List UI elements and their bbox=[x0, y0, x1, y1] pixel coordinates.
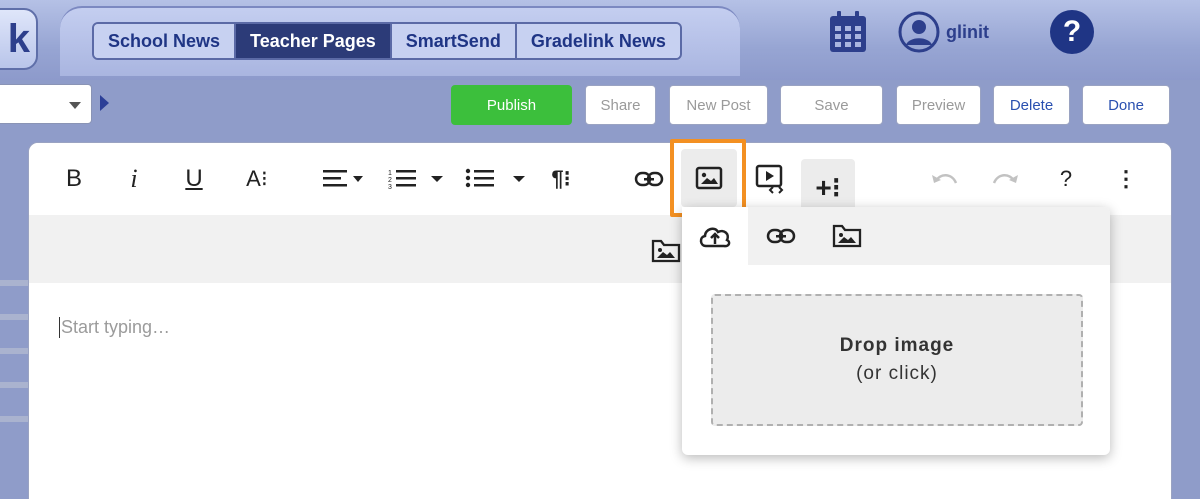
video-embed-icon bbox=[755, 164, 784, 194]
share-button[interactable]: Share bbox=[585, 85, 656, 125]
svg-text:1: 1 bbox=[388, 170, 392, 177]
insert-video-button[interactable] bbox=[749, 151, 793, 207]
help-glyph: ? bbox=[1062, 15, 1082, 48]
link-icon bbox=[766, 228, 796, 244]
tab-smartsend[interactable]: SmartSend bbox=[391, 24, 517, 58]
calendar-icon[interactable] bbox=[828, 10, 868, 54]
new-post-button[interactable]: New Post bbox=[669, 85, 768, 125]
cloud-upload-icon bbox=[699, 227, 731, 248]
save-button[interactable]: Save bbox=[780, 85, 883, 125]
align-button[interactable] bbox=[319, 151, 369, 207]
drop-zone-title: Drop image bbox=[839, 335, 955, 356]
bullet-list-button[interactable] bbox=[463, 151, 499, 207]
bullet-list-icon bbox=[465, 168, 494, 188]
user-avatar-icon bbox=[898, 11, 940, 53]
expand-arrow-icon[interactable] bbox=[100, 95, 109, 111]
chevron-down-icon bbox=[69, 102, 81, 109]
image-folder-icon bbox=[832, 224, 862, 248]
link-icon bbox=[634, 171, 664, 187]
app-logo[interactable]: k bbox=[0, 8, 38, 70]
user-name: glinit bbox=[946, 21, 989, 42]
insert-image-popup: Drop image (or click) bbox=[682, 207, 1110, 455]
preview-button[interactable]: Preview bbox=[896, 85, 981, 125]
underline-label: U bbox=[185, 165, 203, 192]
action-bar: Publish Share New Post Save Preview Dele… bbox=[0, 84, 1200, 128]
paragraph-button[interactable]: ¶⁝ bbox=[541, 151, 581, 207]
delete-button[interactable]: Delete bbox=[993, 85, 1070, 125]
background-stripes bbox=[0, 280, 28, 499]
help-icon[interactable]: ? bbox=[1050, 10, 1094, 54]
plus-label: +⁝ bbox=[815, 171, 841, 203]
image-icon bbox=[695, 166, 723, 190]
tab-by-url[interactable] bbox=[748, 207, 814, 265]
svg-text:3: 3 bbox=[388, 184, 392, 191]
image-drop-zone[interactable]: Drop image (or click) bbox=[711, 294, 1083, 426]
insert-link-button[interactable] bbox=[629, 151, 669, 207]
undo-button[interactable] bbox=[925, 151, 965, 207]
tab-gradelink-news[interactable]: Gradelink News bbox=[516, 24, 680, 58]
bold-label: B bbox=[65, 165, 82, 192]
more-options-button[interactable]: ⋮ bbox=[1111, 151, 1141, 207]
caret-down-icon bbox=[513, 176, 525, 182]
font-size-button[interactable]: A⁝ bbox=[237, 151, 277, 207]
editor-placeholder[interactable]: Start typing… bbox=[59, 317, 170, 338]
underline-button[interactable]: U bbox=[177, 151, 211, 207]
undo-icon bbox=[932, 174, 958, 184]
tab-teacher-pages[interactable]: Teacher Pages bbox=[236, 24, 392, 58]
image-manager-button[interactable] bbox=[647, 231, 685, 271]
align-left-icon bbox=[323, 170, 363, 187]
ordered-list-icon: 1 2 3 bbox=[388, 170, 416, 191]
redo-icon bbox=[992, 174, 1018, 184]
italic-label: i bbox=[130, 164, 138, 193]
more-label: ⋮ bbox=[1115, 166, 1137, 191]
insert-image-button[interactable] bbox=[681, 149, 737, 207]
done-button[interactable]: Done bbox=[1082, 85, 1170, 125]
font-size-label: A⁝ bbox=[246, 166, 268, 191]
publish-button[interactable]: Publish bbox=[451, 85, 572, 125]
header-icons: glinit bbox=[828, 10, 989, 54]
editor-toolbar: B i U A⁝ 1 2 3 ¶⁝ +⁝ ? ⋮ bbox=[29, 143, 1171, 215]
top-nav-tabs: School News Teacher Pages SmartSend Grad… bbox=[92, 22, 682, 60]
image-folder-icon bbox=[651, 239, 681, 263]
editor-help-label: ? bbox=[1059, 166, 1073, 191]
user-menu[interactable]: glinit bbox=[898, 11, 989, 53]
svg-text:2: 2 bbox=[388, 177, 392, 184]
tab-upload[interactable] bbox=[682, 207, 748, 265]
italic-button[interactable]: i bbox=[117, 151, 151, 207]
bullet-list-options[interactable] bbox=[509, 151, 529, 207]
ordered-list-button[interactable]: 1 2 3 bbox=[385, 151, 421, 207]
tab-school-news[interactable]: School News bbox=[94, 24, 237, 58]
redo-button[interactable] bbox=[985, 151, 1025, 207]
caret-down-icon bbox=[431, 176, 443, 182]
tab-browse[interactable] bbox=[814, 207, 880, 265]
editor-help-button[interactable]: ? bbox=[1051, 151, 1081, 207]
bold-button[interactable]: B bbox=[57, 151, 91, 207]
ordered-list-options[interactable] bbox=[427, 151, 447, 207]
paragraph-label: ¶⁝ bbox=[551, 166, 571, 191]
logo-text: k bbox=[7, 16, 30, 61]
drop-zone-subtitle: (or click) bbox=[856, 363, 938, 384]
page-select[interactable] bbox=[0, 84, 92, 124]
image-popup-tabs bbox=[682, 207, 1110, 265]
app-header: k School News Teacher Pages SmartSend Gr… bbox=[0, 0, 1200, 80]
